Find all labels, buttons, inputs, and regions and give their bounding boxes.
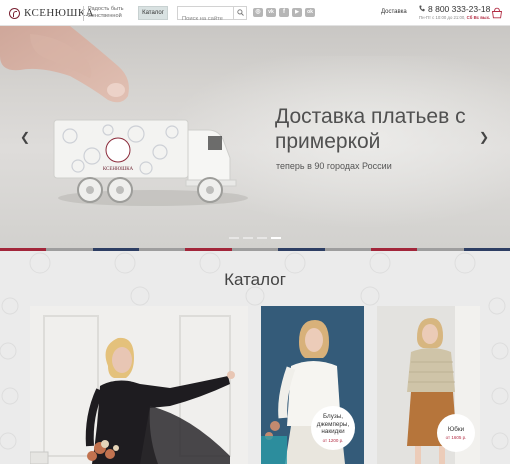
dayoff-text: Сб Вс вых. xyxy=(466,15,491,20)
facebook-icon[interactable]: f xyxy=(279,8,289,17)
category-label: Юбки от 1605 р. xyxy=(437,414,475,452)
hero-banner[interactable]: КСЕНЮШКА Доставка платьев с примеркой те… xyxy=(0,26,510,248)
slider-dots xyxy=(229,237,281,239)
slider-dot[interactable] xyxy=(257,237,267,239)
contact-block: 8 800 333-23-18 Пн-Пт с 10:00 до 21:00, … xyxy=(419,4,490,20)
slider-dot[interactable] xyxy=(243,237,253,239)
phone-icon xyxy=(419,5,425,12)
previous-slide-arrow-icon[interactable]: ❮ xyxy=(20,130,30,144)
youtube-icon[interactable]: ▶ xyxy=(292,8,302,17)
social-links: ◎ vk f ▶ ok xyxy=(253,8,315,17)
category-label: Блузы, джемперы, накидки от 1200 р. xyxy=(311,406,355,450)
category-price: от 1200 р. xyxy=(322,437,344,443)
category-name: Юбки xyxy=(447,425,465,433)
delivery-link[interactable]: Доставка xyxy=(381,9,407,15)
search-input[interactable] xyxy=(178,13,234,25)
slider-dot-active[interactable] xyxy=(271,237,281,239)
catalog-title: Каталог xyxy=(224,270,286,289)
instagram-icon[interactable]: ◎ xyxy=(253,8,263,17)
category-price: от 1605 р. xyxy=(445,435,467,441)
vk-icon[interactable]: vk xyxy=(266,8,276,17)
catalog-card-dresses[interactable] xyxy=(30,306,248,464)
logo-icon xyxy=(9,7,20,19)
search-icon[interactable] xyxy=(233,7,246,19)
slider-dot[interactable] xyxy=(229,237,239,239)
toy-truck-image: КСЕНЮШКА xyxy=(53,119,248,206)
catalog-section: Каталог Блузы, джемперы, накидки от 1200… xyxy=(0,251,510,464)
phone-number: 8 800 333-23-18 xyxy=(428,4,491,14)
next-slide-arrow-icon[interactable]: ❯ xyxy=(479,130,489,144)
working-hours: Пн-Пт с 10:00 до 21:00, Сб Вс вых. xyxy=(419,15,490,20)
catalog-button[interactable]: Каталог xyxy=(138,6,168,20)
banner-title: Доставка платьев с примеркой xyxy=(275,105,466,153)
banner-subtitle: теперь в 90 городах России xyxy=(276,161,392,171)
site-header: КСЕНЮШКА Радость быть женственной Катало… xyxy=(0,0,510,26)
logo[interactable]: КСЕНЮШКА xyxy=(9,7,94,19)
cart-icon[interactable] xyxy=(491,7,503,19)
catalog-card-skirts[interactable]: Юбки от 1605 р. xyxy=(377,306,480,464)
dress-photo xyxy=(30,306,248,464)
phone-link[interactable]: 8 800 333-23-18 xyxy=(419,4,490,14)
svg-text:КСЕНЮШКА: КСЕНЮШКА xyxy=(103,167,134,172)
catalog-card-blouses[interactable]: Блузы, джемперы, накидки от 1200 р. xyxy=(261,306,364,464)
odnoklassniki-icon[interactable]: ok xyxy=(305,8,315,17)
hours-text: Пн-Пт с 10:00 до 21:00, xyxy=(419,15,466,20)
tagline: Радость быть женственной xyxy=(83,6,135,21)
category-name: Блузы, джемперы, накидки xyxy=(316,413,350,436)
search-box xyxy=(177,6,247,25)
